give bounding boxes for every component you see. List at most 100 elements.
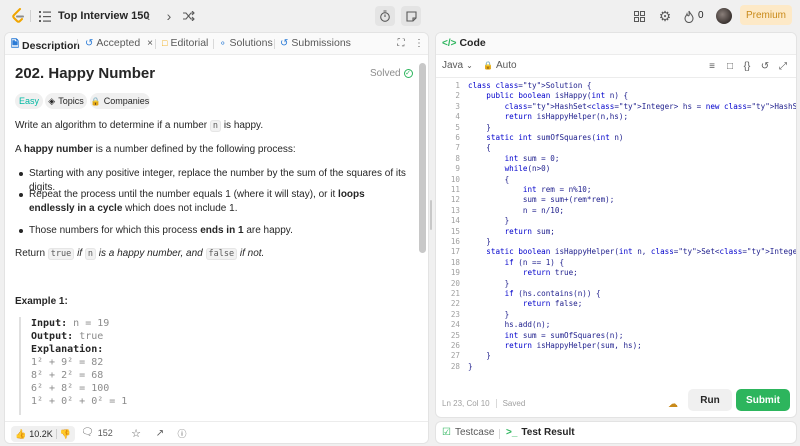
- line-number: 13: [450, 205, 460, 215]
- layout-grid-icon[interactable]: [632, 9, 646, 23]
- code-line: {: [468, 143, 491, 153]
- settings-gear-icon[interactable]: ⚙: [657, 8, 673, 24]
- help-icon[interactable]: ⓘ: [175, 426, 189, 440]
- code-line: return isHappyHelper(n,hs);: [504, 112, 629, 122]
- line-number: 17: [450, 247, 460, 257]
- close-tab-icon[interactable]: ×: [147, 38, 153, 49]
- tab-solutions[interactable]: ⚬ Solutions: [219, 37, 273, 49]
- terminal-icon: >_: [506, 427, 518, 438]
- example-input-row: Input: n = 19: [31, 317, 409, 330]
- tab-accepted[interactable]: ↺ Accepted ×: [85, 37, 153, 49]
- example-line: 8² + 2² = 68: [31, 370, 104, 381]
- submit-label: Submit: [746, 394, 780, 406]
- example-explanation-row: Explanation:: [31, 343, 409, 356]
- line-number: 2: [455, 91, 460, 101]
- bullet-dot: [19, 172, 23, 176]
- share-icon[interactable]: ↗: [153, 426, 167, 440]
- tab-code[interactable]: </> Code: [442, 37, 486, 49]
- example-input-value: n = 19: [73, 318, 110, 329]
- line-number: 18: [450, 257, 460, 267]
- like-count: 10.2K: [29, 429, 53, 439]
- panel-splitter[interactable]: [430, 200, 432, 230]
- code-editor[interactable]: 1 class class="ty">Solution {2 public boo…: [436, 81, 796, 409]
- bookmark-icon[interactable]: □: [724, 60, 736, 72]
- inline-code: n: [84, 248, 96, 260]
- timer-icon[interactable]: [375, 6, 395, 26]
- problem-list-icon[interactable]: [38, 9, 52, 23]
- fullscreen-icon[interactable]: ⤢: [777, 60, 789, 72]
- like-button[interactable]: 👍 10.2K 👎: [11, 426, 75, 442]
- lock-icon: 🔒: [483, 61, 493, 70]
- language-select[interactable]: Java ⌄: [442, 60, 473, 71]
- line-number: 27: [450, 351, 460, 361]
- tab-separator: [274, 39, 275, 49]
- premium-button[interactable]: Premium: [740, 5, 792, 25]
- intro-text: Write an algorithm to determine if a num…: [15, 120, 208, 131]
- definition-text: A: [15, 144, 22, 155]
- tab-separator: [213, 39, 214, 49]
- line-number: 9: [455, 164, 460, 174]
- problem-list-title[interactable]: Top Interview 150: [58, 10, 150, 22]
- braces-icon[interactable]: {}: [741, 60, 753, 72]
- description-tab-bar: 🗎 Description ↺ Accepted × □ Editorial ⚬…: [5, 33, 428, 55]
- example-output-row: Output: true: [31, 330, 409, 343]
- return-text: Return: [15, 248, 46, 259]
- code-line: {: [468, 174, 510, 184]
- code-line: }: [468, 351, 491, 361]
- solved-status: Solved ✓: [370, 68, 413, 79]
- run-label: Run: [700, 394, 720, 406]
- tab-submissions-label: Submissions: [291, 37, 351, 49]
- description-doc-icon: 🗎: [11, 39, 20, 50]
- notes-icon[interactable]: [401, 6, 421, 26]
- line-number: 25: [450, 330, 460, 340]
- streak-fire-icon[interactable]: [683, 9, 695, 23]
- happy-definition: A happy number is a number defined by th…: [15, 143, 415, 157]
- user-avatar[interactable]: [716, 8, 732, 24]
- saved-status: Saved: [502, 399, 526, 408]
- reset-icon[interactable]: ↺: [759, 60, 771, 72]
- tab-test-result[interactable]: >_ Test Result: [506, 427, 575, 438]
- companies-button[interactable]: 🔒 Companies: [90, 93, 150, 109]
- submit-button[interactable]: Submit: [736, 389, 790, 411]
- format-icon[interactable]: ≡: [706, 60, 718, 72]
- leetcode-logo-icon[interactable]: [10, 7, 26, 25]
- shuffle-icon[interactable]: [182, 9, 196, 23]
- line-number: 21: [450, 289, 460, 298]
- code-line: int rem = n%10;: [522, 185, 592, 194]
- upload-cloud-icon[interactable]: ☁: [666, 397, 680, 411]
- line-number: 4: [455, 112, 460, 122]
- history-icon: ↺: [85, 37, 94, 49]
- tab-description[interactable]: 🗎 Description: [11, 37, 80, 54]
- return-statement: Return true if n is a happy number, and …: [15, 247, 415, 261]
- tab-testcase[interactable]: ☑ Testcase: [442, 427, 494, 438]
- line-number: 8: [455, 153, 460, 163]
- tab-editorial-label: Editorial: [170, 37, 209, 49]
- code-line: return sum;: [504, 226, 555, 236]
- star-icon[interactable]: ☆: [129, 426, 143, 440]
- line-number: 28: [450, 361, 460, 371]
- thumbs-up-icon: 👍: [15, 428, 27, 439]
- testcase-label: Testcase: [454, 427, 495, 438]
- editor-divider: [436, 77, 796, 78]
- description-scrollbar[interactable]: [419, 63, 426, 253]
- code-line: static boolean isHappyHelper(int n, clas…: [486, 247, 797, 257]
- bullet-text: Those numbers for which this process: [29, 225, 198, 236]
- more-options-icon[interactable]: ⋮: [413, 36, 425, 50]
- code-line: class="ty">HashSet<class="ty">Integer> h…: [504, 101, 797, 111]
- maximize-icon[interactable]: ⛶: [395, 37, 407, 49]
- topics-button[interactable]: ◈ Topics: [45, 93, 87, 109]
- tab-accepted-label: Accepted: [96, 37, 141, 49]
- chevron-left-icon[interactable]: ‹: [141, 8, 155, 24]
- thumbs-down-icon[interactable]: 👎: [60, 429, 71, 440]
- tab-submissions[interactable]: ↺ Submissions: [280, 37, 351, 49]
- definition-bold: happy number: [23, 144, 93, 155]
- line-number: 26: [450, 341, 460, 350]
- comments-button[interactable]: 🗨 152: [81, 427, 113, 438]
- tab-editorial[interactable]: □ Editorial: [162, 37, 208, 49]
- line-number: 11: [450, 185, 460, 194]
- run-button[interactable]: Run: [688, 389, 732, 411]
- chevron-right-icon[interactable]: ›: [162, 8, 176, 24]
- topics-label: Topics: [58, 96, 84, 106]
- code-line: if (n == 1) {: [504, 257, 565, 267]
- auto-toggle[interactable]: 🔒 Auto: [483, 60, 517, 71]
